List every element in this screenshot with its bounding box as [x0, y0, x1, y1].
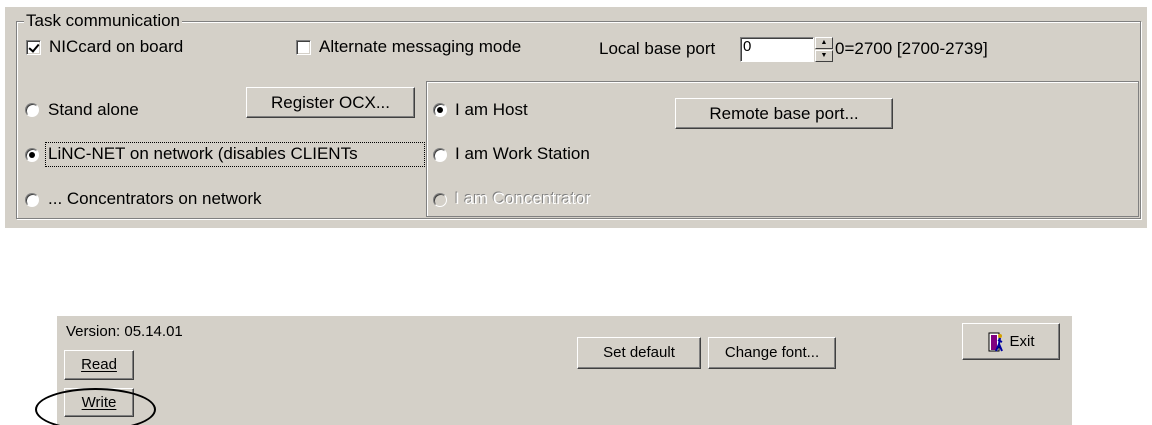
- change-font-button[interactable]: Change font...: [708, 337, 836, 369]
- nic-card-checkbox[interactable]: [26, 40, 41, 55]
- spin-down-icon[interactable]: ▼: [815, 50, 833, 62]
- i-am-concentrator-radio: [433, 193, 447, 207]
- read-label: Read: [81, 356, 117, 373]
- linc-net-network-label: LiNC-NET on network (disables CLIENTs: [48, 144, 358, 163]
- register-ocx-button[interactable]: Register OCX...: [246, 87, 415, 118]
- concentrators-network-label: ... Concentrators on network: [48, 189, 262, 208]
- alternate-messaging-label: Alternate messaging mode: [319, 37, 522, 56]
- alternate-messaging-checkbox[interactable]: [296, 40, 311, 55]
- i-am-work-station-label: I am Work Station: [455, 144, 590, 163]
- task-communication-panel: Task communication NICcard on board Alte…: [5, 7, 1147, 228]
- local-base-port-input[interactable]: 0: [740, 37, 814, 62]
- write-annotation-ellipse: [35, 388, 156, 425]
- nic-card-label: NICcard on board: [49, 37, 184, 56]
- bottom-toolbar: Version: 05.14.01 Read Write Set default…: [57, 316, 1072, 425]
- exit-label: Exit: [1009, 332, 1035, 350]
- i-am-work-station-radio[interactable]: [433, 148, 447, 162]
- i-am-concentrator-label: I am Concentrator: [455, 189, 592, 208]
- port-range-hint: 0=2700 [2700-2739]: [835, 39, 988, 58]
- stand-alone-radio[interactable]: [25, 103, 39, 117]
- remote-base-port-button[interactable]: Remote base port...: [675, 98, 893, 129]
- version-label: Version: 05.14.01: [66, 323, 183, 340]
- concentrators-network-radio[interactable]: [25, 193, 39, 207]
- linc-net-network-radio[interactable]: [25, 148, 39, 162]
- read-button[interactable]: Read: [64, 350, 134, 380]
- i-am-host-label: I am Host: [455, 100, 528, 119]
- group-title: Task communication: [24, 11, 183, 31]
- exit-door-icon: [988, 332, 1004, 351]
- exit-button[interactable]: Exit: [962, 323, 1060, 360]
- stand-alone-label: Stand alone: [48, 100, 139, 119]
- spin-up-icon[interactable]: ▲: [815, 37, 833, 49]
- i-am-host-radio[interactable]: [433, 103, 447, 117]
- set-default-button[interactable]: Set default: [577, 337, 701, 369]
- local-base-port-spinner[interactable]: ▲ ▼: [815, 37, 833, 62]
- local-base-port-label: Local base port: [599, 39, 716, 58]
